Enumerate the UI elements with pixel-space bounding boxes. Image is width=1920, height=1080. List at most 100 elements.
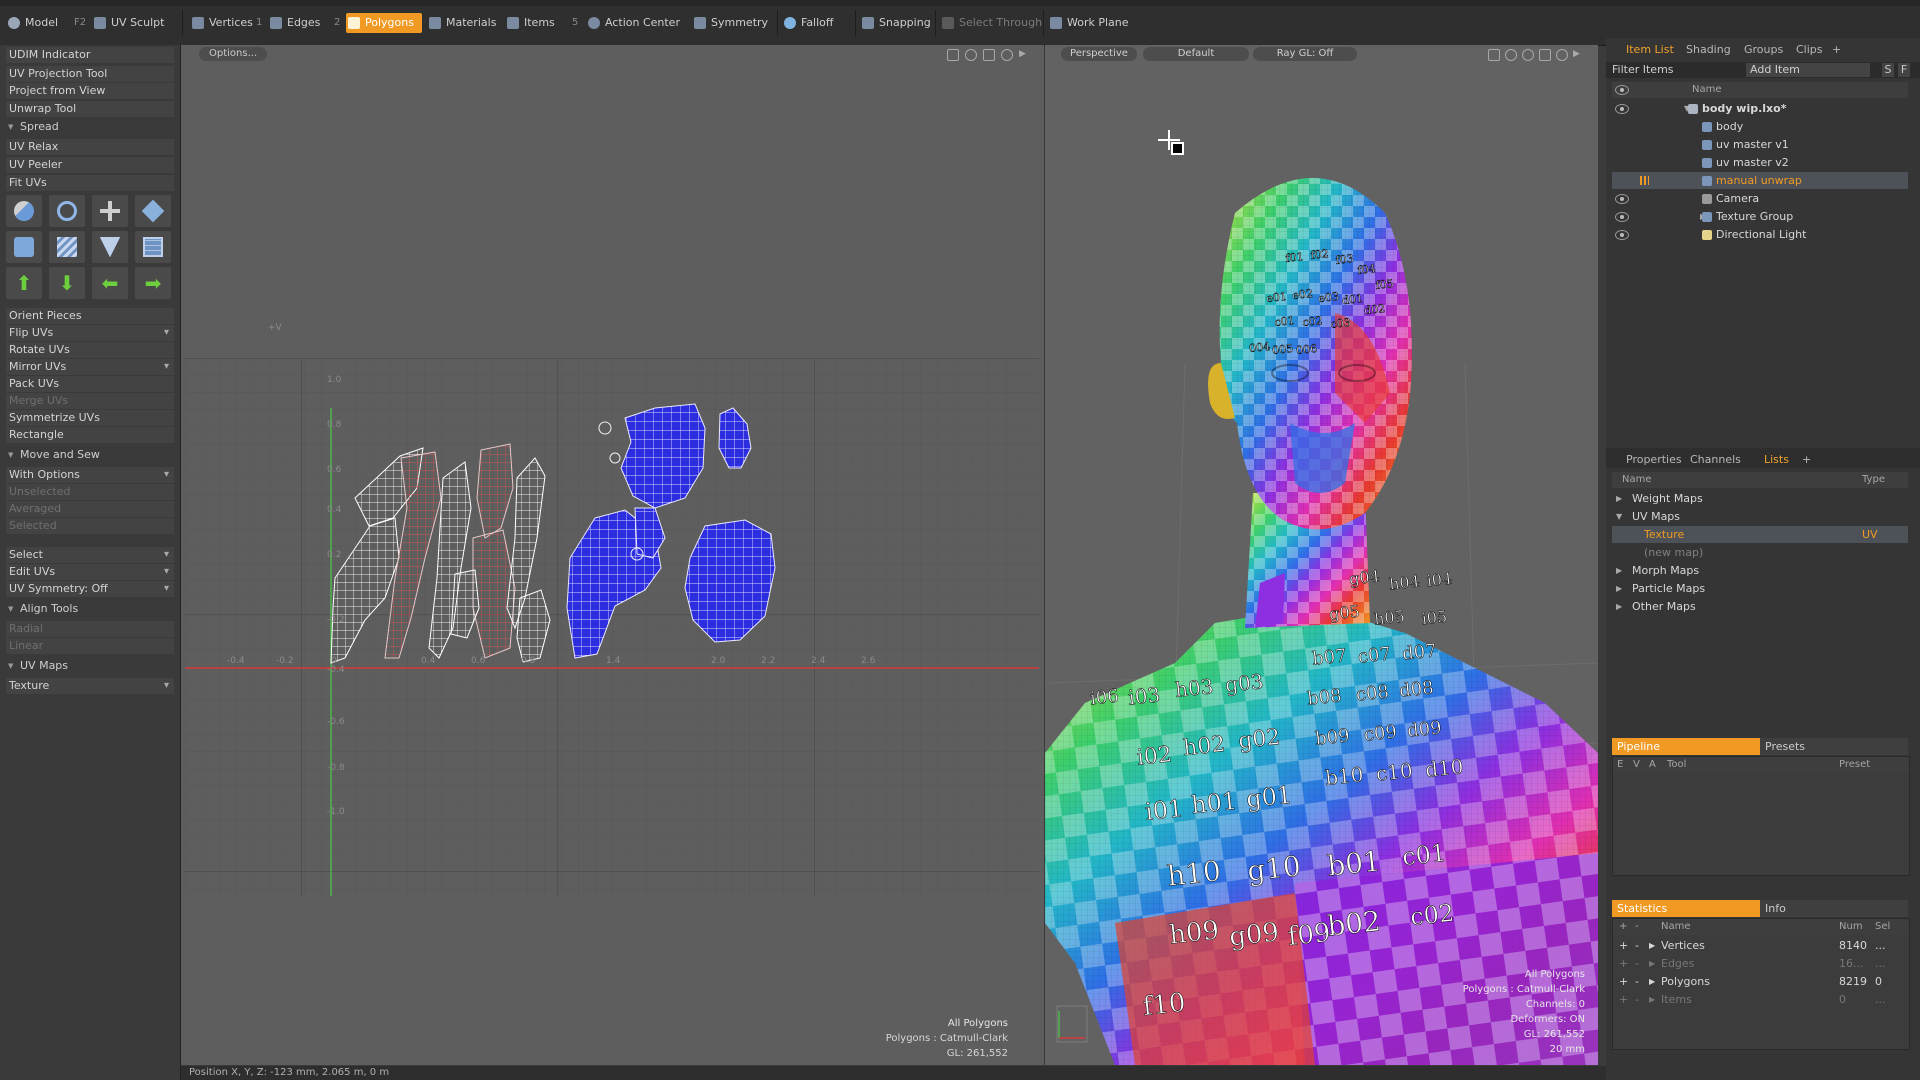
ray-gl-button[interactable]: Ray GL: Off — [1253, 47, 1357, 61]
chevron-right-icon[interactable]: ▶ — [1649, 937, 1655, 954]
uv-map-dropdown[interactable]: Texture — [6, 678, 174, 694]
symmetrize-uvs-button[interactable]: Symmetrize UVs — [6, 410, 174, 426]
uv-maps-section-header[interactable]: UV Maps — [6, 658, 174, 674]
pan-icon[interactable] — [1488, 49, 1500, 61]
remove-icon[interactable]: - — [1635, 937, 1639, 954]
edges-mode-button[interactable]: Edges — [268, 13, 320, 33]
chevron-down-icon[interactable]: ▼ — [1616, 508, 1622, 525]
add-tab-button[interactable]: + — [1802, 452, 1811, 468]
uv-tool-button[interactable] — [135, 195, 171, 227]
item-list-row[interactable]: uv master v1 — [1612, 136, 1908, 153]
filter-items-field[interactable]: Filter Items — [1612, 62, 1674, 78]
project-from-view-button[interactable]: Project from View — [6, 83, 174, 99]
tab-shading[interactable]: Shading — [1686, 42, 1731, 58]
statistics-row[interactable]: + - ▶ Items 0... — [1613, 991, 1909, 1008]
tab-statistics[interactable]: Statistics — [1612, 900, 1760, 917]
uv-tool-button[interactable] — [135, 231, 171, 263]
uv-viewport[interactable]: Options... ▶ +V 1.0 0.8 0.6 0.4 0.2 -0.2… — [181, 45, 1044, 1065]
unselected-button[interactable]: Unselected — [6, 484, 174, 500]
item-list-row[interactable]: ▼body wip.lxo* — [1612, 100, 1908, 117]
work-plane-button[interactable]: Work Plane — [1048, 13, 1129, 33]
action-center-button[interactable]: Action Center — [586, 13, 680, 33]
spread-section-header[interactable]: Spread — [6, 119, 174, 135]
move-and-sew-section-header[interactable]: Move and Sew — [6, 447, 174, 463]
remove-icon[interactable]: - — [1635, 973, 1639, 990]
rectangle-button[interactable]: Rectangle — [6, 427, 174, 443]
model-render[interactable]: f01 f02 f03f04f05 e01 e02 e03 d01d02 c01 c02 c03 0… — [1045, 63, 1598, 1065]
perspective-viewport[interactable]: Perspective Default Ray GL: Off ▶ f01 f0… — [1045, 45, 1598, 1065]
add-icon[interactable]: + — [1619, 955, 1628, 972]
symmetry-button[interactable]: Symmetry — [692, 13, 768, 33]
visibility-eye-icon[interactable] — [1615, 212, 1629, 222]
align-left-button[interactable]: ⬅ — [92, 267, 128, 299]
selected-button[interactable]: Selected — [6, 518, 174, 534]
items-mode-button[interactable]: Items — [505, 13, 555, 33]
statistics-row[interactable]: + - ▶ Polygons 8219 0 — [1613, 973, 1909, 990]
pack-uvs-button[interactable]: Pack UVs — [6, 376, 174, 392]
item-list-row[interactable]: uv master v2 — [1612, 154, 1908, 171]
chevron-right-icon[interactable]: ▶ — [1019, 49, 1029, 59]
add-icon[interactable]: + — [1619, 937, 1628, 954]
uv-tool-button[interactable] — [49, 195, 85, 227]
orient-pieces-button[interactable]: Orient Pieces — [6, 308, 174, 324]
item-list-row[interactable]: Directional Light — [1612, 226, 1908, 243]
remove-icon[interactable]: - — [1635, 955, 1639, 972]
align-tools-section-header[interactable]: Align Tools — [6, 601, 174, 617]
fit-icon[interactable] — [983, 49, 995, 61]
chevron-right-icon[interactable]: ▶ — [1573, 49, 1583, 59]
falloff-button[interactable]: Falloff — [782, 13, 833, 33]
shading-mode-button[interactable]: Default — [1143, 47, 1249, 61]
rotate-uvs-button[interactable]: Rotate UVs — [6, 342, 174, 358]
merge-uvs-button[interactable]: Merge UVs — [6, 393, 174, 409]
visibility-eye-icon[interactable] — [1615, 230, 1629, 240]
fit-uvs-button[interactable]: Fit UVs — [6, 175, 174, 191]
uv-tool-button[interactable] — [92, 195, 128, 227]
chevron-right-icon[interactable]: ▶ — [1616, 562, 1622, 579]
flip-uvs-dropdown[interactable]: Flip UVs — [6, 325, 174, 341]
align-up-button[interactable]: ⬆ — [6, 267, 42, 299]
statistics-row[interactable]: + - ▶ Edges 16...... — [1613, 955, 1909, 972]
with-options-dropdown[interactable]: With Options — [6, 467, 174, 483]
vertices-mode-button[interactable]: Vertices — [190, 13, 253, 33]
item-list-row[interactable]: Camera — [1612, 190, 1908, 207]
tab-properties[interactable]: Properties — [1626, 452, 1682, 468]
tab-lists[interactable]: Lists — [1764, 452, 1789, 468]
gear-icon[interactable] — [1556, 49, 1568, 61]
tab-clips[interactable]: Clips — [1796, 42, 1823, 58]
chevron-right-icon[interactable]: ▶ — [1616, 598, 1622, 615]
materials-mode-button[interactable]: Materials — [427, 13, 496, 33]
add-icon[interactable]: + — [1619, 991, 1628, 1008]
visibility-eye-icon[interactable] — [1615, 194, 1629, 204]
tab-item-list[interactable]: Item List — [1626, 42, 1674, 58]
unwrap-tool-button[interactable]: Unwrap Tool — [6, 101, 174, 117]
map-list-row[interactable]: ▶ Weight Maps — [1612, 490, 1908, 507]
uv-relax-button[interactable]: UV Relax — [6, 139, 174, 155]
tab-channels[interactable]: Channels — [1690, 452, 1741, 468]
options-button[interactable]: Options... — [199, 47, 268, 61]
align-right-button[interactable]: ➡ — [135, 267, 171, 299]
pan-icon[interactable] — [947, 49, 959, 61]
orbit-icon[interactable] — [1505, 49, 1517, 61]
item-list-row[interactable]: body — [1612, 118, 1908, 135]
radial-button[interactable]: Radial — [6, 621, 174, 637]
model-tab[interactable]: Model — [6, 13, 58, 33]
add-icon[interactable]: + — [1619, 973, 1628, 990]
zoom-icon[interactable] — [1522, 49, 1534, 61]
search-toggle-button[interactable]: S — [1882, 63, 1894, 77]
linear-button[interactable]: Linear — [6, 638, 174, 654]
statistics-row[interactable]: + - ▶ Vertices 8140... — [1613, 937, 1909, 954]
tab-info[interactable]: Info — [1760, 900, 1908, 917]
torso-mesh[interactable] — [1045, 613, 1598, 1065]
chevron-right-icon[interactable]: ▶ — [1649, 991, 1655, 1008]
zoom-icon[interactable] — [965, 49, 977, 61]
chevron-right-icon[interactable]: ▶ — [1616, 580, 1622, 597]
polygons-mode-button[interactable]: Polygons — [346, 13, 422, 33]
fit-icon[interactable] — [1539, 49, 1551, 61]
uv-tool-button[interactable] — [92, 231, 128, 263]
item-list-row[interactable]: ▶Texture Group — [1612, 208, 1908, 225]
uv-peeler-button[interactable]: UV Peeler — [6, 157, 174, 173]
uv-grid[interactable] — [185, 358, 1039, 896]
view-mode-button[interactable]: Perspective — [1061, 47, 1137, 61]
align-down-button[interactable]: ⬇ — [49, 267, 85, 299]
map-list-row[interactable]: ▼ UV Maps — [1612, 508, 1908, 525]
